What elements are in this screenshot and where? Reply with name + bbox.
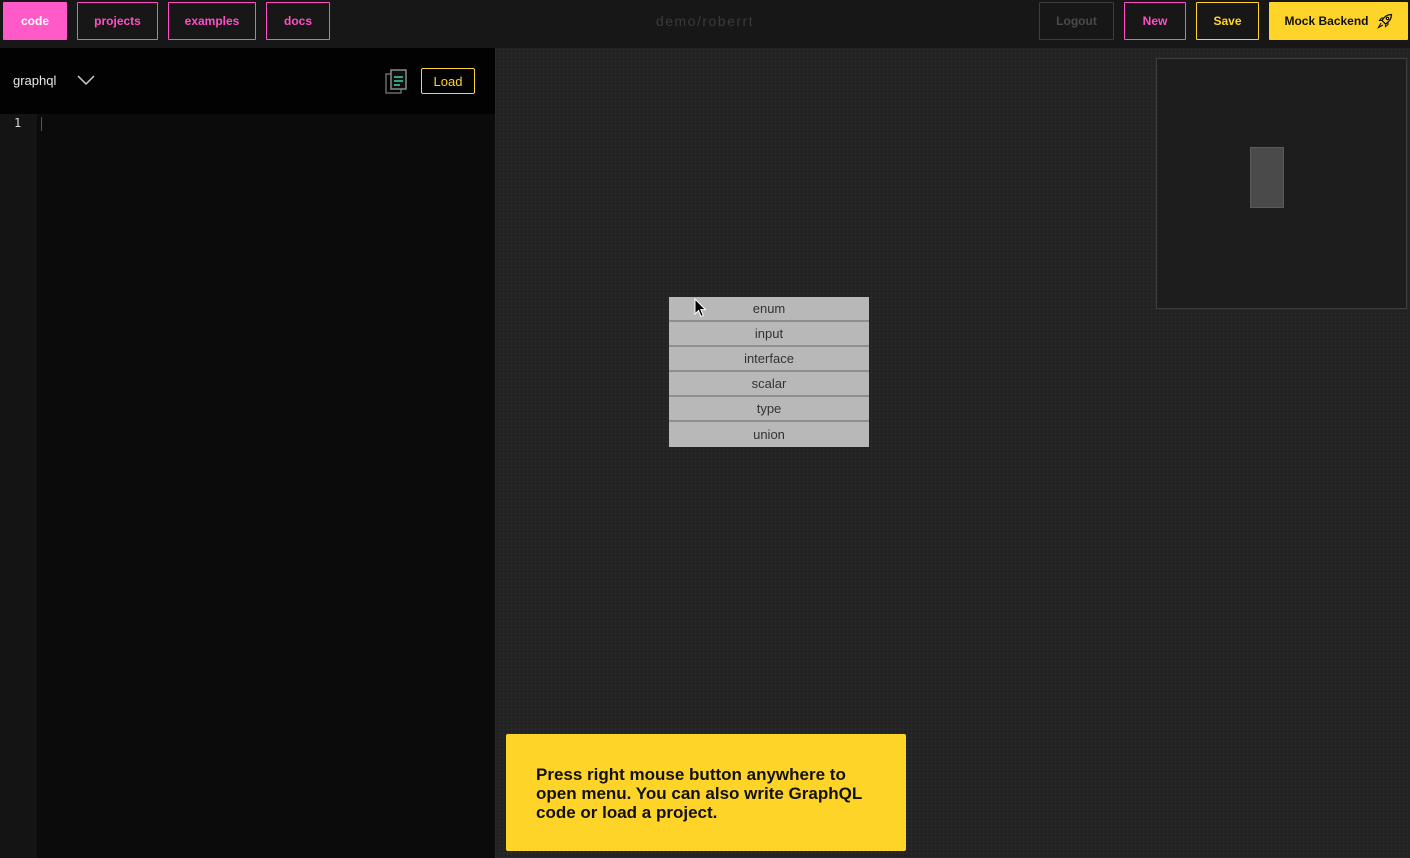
nav-projects-button[interactable]: projects	[77, 2, 158, 40]
nav-examples-button[interactable]: examples	[168, 2, 256, 40]
code-input-area[interactable]	[37, 114, 495, 858]
context-menu-item-input[interactable]: input	[669, 322, 869, 347]
mock-backend-label: Mock Backend	[1284, 14, 1369, 28]
line-number-gutter	[0, 114, 37, 858]
code-editor-panel: graphql Load 1	[0, 48, 495, 858]
context-menu-item-union[interactable]: union	[669, 422, 869, 447]
context-menu-item-type[interactable]: type	[669, 397, 869, 422]
context-menu-item-enum[interactable]: enum	[669, 297, 869, 322]
hint-toast: Press right mouse button anywhere to ope…	[506, 734, 906, 851]
chevron-down-icon[interactable]	[76, 73, 96, 87]
line-number: 1	[14, 116, 22, 130]
rocket-icon	[1376, 13, 1392, 29]
context-menu-item-interface[interactable]: interface	[669, 347, 869, 372]
nav-docs-button[interactable]: docs	[266, 2, 330, 40]
load-button[interactable]: Load	[421, 68, 475, 94]
editor-toolbar: graphql Load	[0, 48, 495, 114]
language-selector-label[interactable]: graphql	[13, 73, 56, 88]
nav-code-button[interactable]: code	[3, 2, 67, 40]
minimap-viewport[interactable]	[1250, 147, 1284, 208]
minimap[interactable]	[1156, 58, 1407, 309]
save-button[interactable]: Save	[1196, 2, 1259, 40]
context-menu-item-scalar[interactable]: scalar	[669, 372, 869, 397]
top-bar: code projects examples docs demo/roberrt…	[0, 0, 1410, 48]
copy-icon[interactable]	[385, 69, 407, 95]
context-menu: enum input interface scalar type union	[669, 297, 869, 447]
mock-backend-button[interactable]: Mock Backend	[1269, 2, 1408, 40]
new-button[interactable]: New	[1124, 2, 1186, 40]
logout-button[interactable]: Logout	[1039, 2, 1114, 40]
text-caret	[41, 117, 42, 131]
